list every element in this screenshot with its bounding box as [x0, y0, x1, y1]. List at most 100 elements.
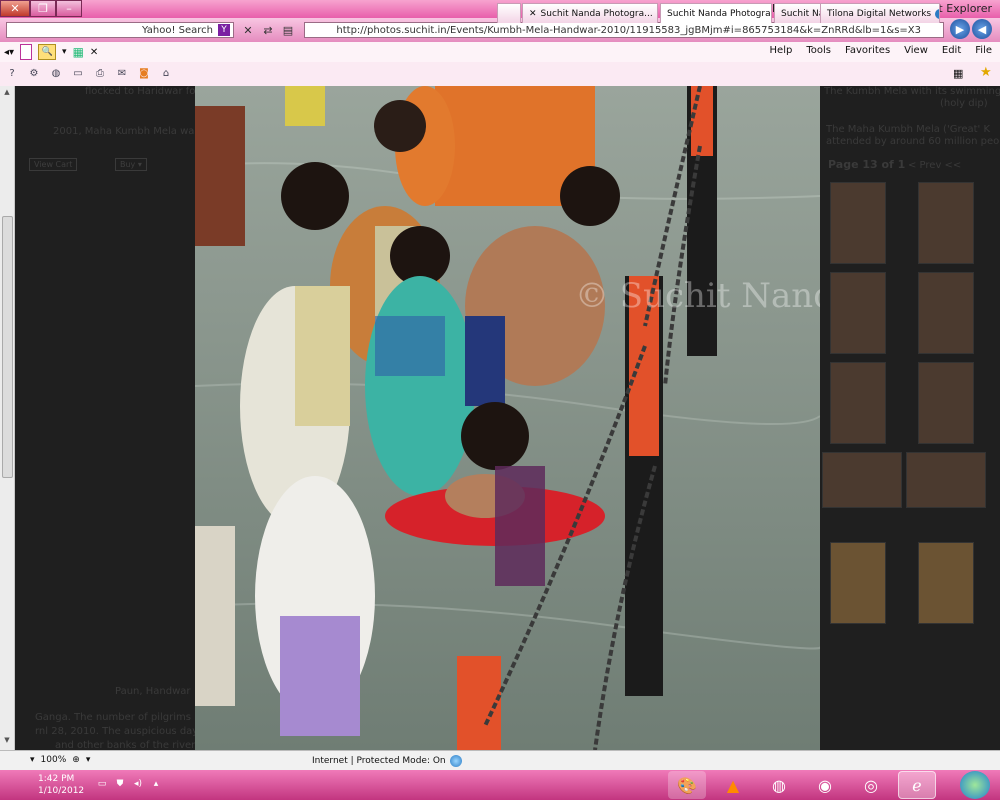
toolbar-close-icon[interactable]: ✕	[90, 47, 98, 58]
media-app-icon[interactable]: ◉	[806, 771, 844, 799]
show-hidden-icons-icon[interactable]: ▴	[150, 778, 162, 790]
gallery-thumbnail[interactable]	[830, 182, 886, 264]
refresh-icon[interactable]: ⇄	[260, 22, 276, 38]
zoom-icon: ⊕	[72, 755, 80, 765]
tab-close-icon[interactable]: ✕	[529, 9, 537, 19]
start-button[interactable]	[960, 771, 990, 799]
url-input[interactable]: http://photos.suchit.in/Events/Kumbh-Mel…	[304, 22, 944, 38]
gallery-thumbnail[interactable]	[918, 362, 974, 444]
caption-line: Paun, Handwar	[115, 686, 191, 697]
photo-scene	[195, 86, 820, 750]
buy-button[interactable]: Buy ▾	[115, 158, 147, 171]
gallery-thumbnail[interactable]	[830, 362, 886, 444]
new-tab-button[interactable]	[497, 3, 521, 23]
internet-globe-icon	[449, 755, 462, 767]
tab-suchit-nanda-4[interactable]: ✕ Suchit Nanda Photogra...	[522, 3, 658, 23]
compatibility-icon[interactable]: ▤	[280, 22, 296, 38]
window-controls: ✕ ❐ –	[0, 0, 82, 17]
stop-icon[interactable]: ✕	[240, 22, 256, 38]
caption-line: rnl 28, 2010. The auspicious days	[35, 726, 204, 737]
caption-line: attended by around 60 million peo	[826, 136, 1000, 147]
yahoo-search-input[interactable]: Yahoo! Search Y	[6, 22, 234, 38]
main-photo[interactable]: © Suchit Nanda	[195, 86, 820, 750]
gallery-thumbnail[interactable]	[830, 542, 886, 624]
taskbar-apps: 🎨 ▲ ◍ ◉ ◎ ℯ	[668, 771, 936, 799]
print-icon[interactable]: ⎙	[92, 66, 108, 80]
zoom-dropdown-icon[interactable]: ▾	[30, 755, 35, 765]
chrome-app-icon[interactable]: ◎	[852, 771, 890, 799]
view-cart-label: View Cart	[34, 160, 73, 169]
url-text: http://photos.suchit.in/Events/Kumbh-Mel…	[336, 24, 921, 36]
caption-line: (holy dip)	[940, 98, 988, 109]
globe-app-icon[interactable]: ◍	[760, 771, 798, 799]
scrollbar-thumb[interactable]	[2, 216, 13, 478]
back-button[interactable]: ◀	[972, 19, 992, 39]
paint-app-icon[interactable]: 🎨	[668, 771, 706, 799]
caption-line: Ganga. The number of pilgrims	[35, 712, 191, 723]
tab-tilona-digital[interactable]: Tilona Digital Networks	[820, 3, 940, 23]
buy-label: Buy	[120, 160, 136, 169]
menu-view[interactable]: View	[904, 45, 928, 56]
maximize-window-button[interactable]: ❐	[30, 0, 56, 17]
menu-edit[interactable]: Edit	[942, 45, 961, 56]
mini-search-field[interactable]	[20, 44, 33, 60]
menu-favorites[interactable]: Favorites	[845, 45, 890, 56]
quick-tabs-icon[interactable]: ▦	[953, 67, 963, 80]
safety-icon[interactable]: ◍	[48, 66, 64, 80]
clock-date: 1/10/2012	[38, 786, 85, 796]
caption-line: The Maha Kumbh Mela ('Great' K	[826, 124, 991, 135]
apps-icon[interactable]: ▦	[73, 45, 84, 59]
gallery-thumbnail[interactable]	[822, 452, 902, 508]
page-icon[interactable]: ▭	[70, 66, 86, 80]
zoom-control[interactable]: ▾ 100% ⊕ ▾	[30, 755, 90, 765]
menu-tools[interactable]: Tools	[806, 45, 831, 56]
gallery-thumbnail[interactable]	[918, 542, 974, 624]
feeds-icon[interactable]: ◙	[136, 66, 152, 80]
network-icon[interactable]: ▭	[96, 778, 108, 790]
taskbar-clock[interactable]: 1:42 PM 1/10/2012	[38, 773, 84, 797]
vlc-app-icon[interactable]: ▲	[714, 771, 752, 799]
prev-link[interactable]: < Prev <<	[908, 160, 961, 171]
internet-explorer-app-icon[interactable]: ℯ	[898, 771, 936, 799]
page-indicator: Page 13 of 1	[828, 158, 906, 171]
scroll-up-icon[interactable]: ▲	[2, 88, 12, 98]
close-window-button[interactable]: ✕	[0, 0, 30, 17]
gallery-thumbnail[interactable]	[918, 182, 974, 264]
zone-text: Internet | Protected Mode: On	[312, 756, 446, 766]
security-zone: Internet | Protected Mode: On	[312, 755, 462, 767]
security-shield-icon[interactable]: ⛊	[114, 778, 126, 790]
gallery-thumbnail[interactable]	[918, 272, 974, 354]
yahoo-search-placeholder: Yahoo! Search	[142, 24, 213, 36]
protected-dropdown-icon[interactable]: ▾	[86, 755, 91, 765]
minimize-window-button[interactable]: –	[56, 0, 82, 17]
menu-help[interactable]: Help	[770, 45, 793, 56]
search-dropdown-icon[interactable]: ◂▾	[4, 47, 14, 58]
gallery-thumbnail[interactable]	[830, 272, 886, 354]
tab-favicon-icon	[935, 8, 939, 19]
mail-icon[interactable]: ✉	[114, 66, 130, 80]
caption-line: The Kumbh Mela with its swimming	[824, 86, 1000, 97]
volume-icon[interactable]: ◂)	[132, 778, 144, 790]
gallery-thumbnail[interactable]	[906, 452, 986, 508]
search-options-icon[interactable]: ▾	[62, 47, 67, 57]
forward-button[interactable]: ▶	[950, 19, 970, 39]
help-icon[interactable]: ?	[4, 66, 20, 80]
menu-bar: ◂▾ 🔍 ▾ ▦ ✕ Help Tools Favorites View Edi…	[0, 42, 1000, 63]
view-cart-button[interactable]: View Cart	[29, 158, 78, 171]
tab-label: Suchit Nanda Photogra...	[540, 8, 653, 19]
clock-time: 1:42 PM	[38, 774, 75, 784]
tab-favicon-icon	[656, 8, 657, 19]
system-tray: ▭ ⛊ ◂) ▴	[96, 778, 162, 790]
navigation-buttons: ▶ ◀	[950, 19, 992, 39]
home-icon[interactable]: ⌂	[158, 66, 174, 80]
favorites-star-icon[interactable]: ★	[980, 65, 992, 80]
photo-watermark: © Suchit Nanda	[575, 276, 820, 316]
tab-suchit-nanda-3[interactable]: Suchit Nanda Photography	[660, 3, 772, 23]
search-icon[interactable]: 🔍	[38, 44, 57, 60]
tools-gear-icon[interactable]: ⚙	[26, 66, 42, 80]
vertical-scrollbar[interactable]: ▲ ▼	[0, 86, 15, 750]
status-bar: ▾ 100% ⊕ ▾ Internet | Protected Mode: On	[0, 750, 1000, 771]
scroll-down-icon[interactable]: ▼	[2, 736, 12, 746]
command-bar: ? ⚙ ◍ ▭ ⎙ ✉ ◙ ⌂	[4, 66, 174, 80]
menu-file[interactable]: File	[975, 45, 992, 56]
